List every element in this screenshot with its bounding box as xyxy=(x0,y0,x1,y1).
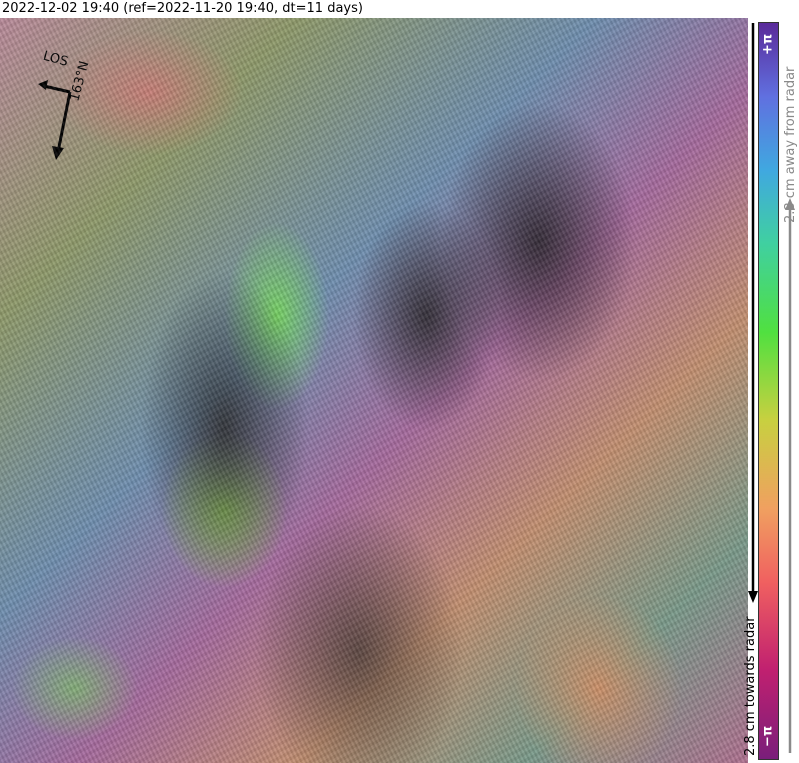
towards-radar-label: 2.8 cm towards radar xyxy=(743,616,758,756)
compass-indicator: LOS 163°N xyxy=(38,49,92,160)
north-arrow-icon xyxy=(56,91,72,153)
interferogram-map[interactable]: LOS 163°N xyxy=(0,18,748,763)
los-arrow-icon xyxy=(43,84,71,94)
heading-label: 163°N xyxy=(67,60,92,104)
map-title: 2022-12-02 19:40 (ref=2022-11-20 19:40, … xyxy=(2,1,363,16)
away-from-radar-label: 2.8 cm away from radar xyxy=(783,66,798,223)
los-label: LOS xyxy=(41,49,69,70)
phase-colorbar: +π −π 2.8 cm away from radar 2.8 cm towa… xyxy=(743,18,799,763)
